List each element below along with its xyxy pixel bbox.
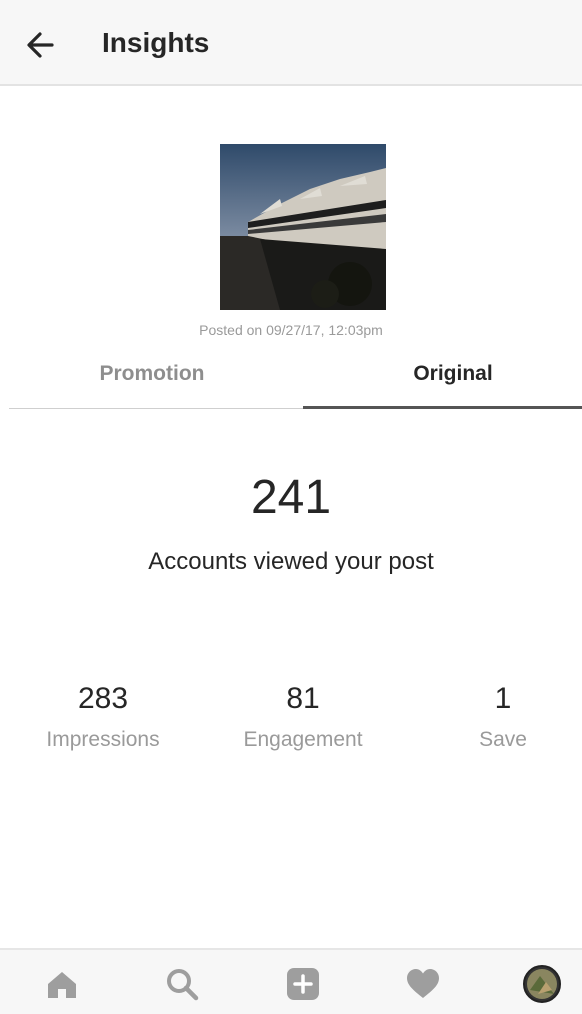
posted-date: Posted on 09/27/17, 12:03pm (199, 322, 383, 338)
accounts-viewed-count: 241 (250, 471, 332, 524)
search-icon[interactable] (162, 964, 202, 1004)
tab-original[interactable]: Original (303, 362, 582, 386)
stat-engagement: 81 Engagement (218, 682, 388, 752)
add-icon[interactable] (283, 964, 323, 1004)
app-header: Insights (0, 0, 582, 86)
stat-value: 1 (494, 682, 512, 715)
post-thumbnail[interactable] (220, 144, 386, 310)
stat-label: Engagement (243, 728, 363, 751)
active-tab-indicator (303, 406, 582, 409)
stat-impressions: 283 Impressions (18, 682, 188, 752)
tab-promotion[interactable]: Promotion (9, 362, 295, 386)
profile-avatar[interactable] (522, 964, 562, 1004)
home-icon[interactable] (42, 964, 82, 1004)
stat-value: 283 (77, 682, 129, 715)
stat-label: Save (479, 728, 527, 751)
stat-save: 1 Save (418, 682, 582, 752)
back-arrow-icon[interactable] (22, 25, 62, 65)
page-title: Insights (102, 27, 210, 58)
bottom-navigation (0, 948, 582, 1014)
stat-label: Impressions (46, 728, 160, 751)
stat-value: 81 (286, 682, 320, 715)
accounts-viewed-label: Accounts viewed your post (148, 548, 434, 575)
heart-icon[interactable] (403, 964, 443, 1004)
